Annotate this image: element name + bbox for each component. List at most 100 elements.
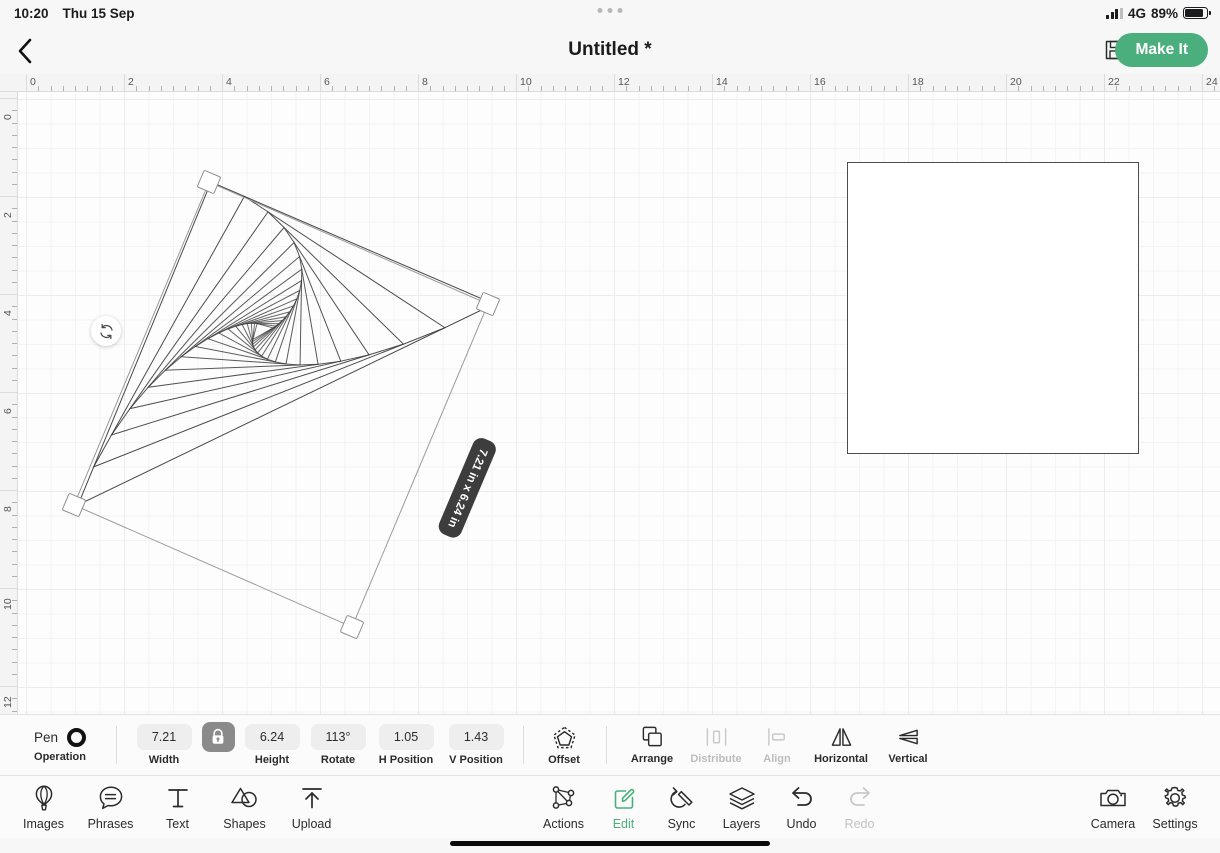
distribute-button[interactable]: Distribute	[683, 725, 749, 765]
ruler-tick	[0, 392, 17, 393]
ruler-minor-tick	[12, 110, 17, 112]
width-value[interactable]: 7.21	[136, 724, 192, 750]
ruler-label: 14	[716, 76, 728, 88]
ruler-label: 20	[1010, 76, 1022, 88]
offset-button[interactable]: Offset	[536, 724, 592, 766]
lock-closed-icon[interactable]	[201, 722, 235, 752]
ruler-minor-tick	[920, 86, 922, 91]
ruler-minor-tick	[12, 710, 17, 712]
design-canvas[interactable]: 0 2 4 6 8 10 12 14 16 18 20 22 24 0 2 4 6 8 10 12 7.21 in …	[0, 74, 1220, 714]
ruler-tick	[0, 294, 17, 295]
ruler-minor-tick	[12, 245, 17, 246]
redo-arrow-icon	[849, 786, 870, 806]
nav-label-text: Text	[166, 816, 189, 831]
edit-pencil-icon	[614, 788, 634, 809]
nav-label-phrases: Phrases	[87, 816, 134, 831]
ruler-label: 0	[2, 114, 14, 120]
ruler-tick	[1006, 74, 1007, 91]
ruler-minor-tick	[12, 367, 17, 369]
layers-stack-icon	[728, 786, 755, 810]
flip-vertical-button[interactable]: Vertical	[877, 725, 939, 765]
canvas-grid[interactable]: 7.21 in x 6.24 in	[18, 92, 1220, 714]
shapes-icon	[230, 787, 257, 807]
pen-color-circle-icon[interactable]	[67, 727, 87, 747]
nav-item-text[interactable]: Text	[150, 784, 205, 831]
resize-handle-icon	[62, 493, 86, 517]
nav-item-undo[interactable]: Undo	[773, 784, 831, 831]
align-icon	[767, 728, 785, 746]
ruler-minor-tick	[528, 86, 530, 91]
h-position-control[interactable]: 1.05 H Position	[371, 724, 441, 766]
ruler-minor-tick	[895, 86, 897, 91]
height-control[interactable]: 6.24 Height	[239, 724, 305, 766]
ruler-minor-tick	[356, 86, 358, 91]
ruler-minor-tick	[969, 86, 971, 91]
nav-item-redo[interactable]: Redo	[831, 784, 889, 831]
hot-air-balloon-icon	[35, 784, 52, 810]
width-label: Width	[148, 754, 180, 766]
status-bar-left: 10:20 Thu 15 Sep	[14, 6, 135, 21]
flip-vertical-label: Vertical	[888, 753, 928, 765]
width-control[interactable]: 7.21 Width	[131, 724, 197, 766]
rotate-handle[interactable]	[91, 316, 121, 346]
nav-item-sync[interactable]: Sync	[653, 784, 711, 831]
flip-vertical-icon	[898, 729, 918, 745]
ruler-minor-tick	[12, 379, 17, 381]
nav-item-settings[interactable]: Settings	[1144, 784, 1206, 831]
nav-item-actions[interactable]: Actions	[533, 784, 595, 831]
ruler-minor-tick	[12, 624, 17, 626]
ruler-label: 12	[618, 76, 630, 88]
ruler-minor-tick	[1067, 86, 1069, 91]
nav-label-upload: Upload	[291, 816, 332, 831]
nav-item-shapes[interactable]: Shapes	[217, 784, 272, 831]
arrange-button[interactable]: Arrange	[621, 725, 683, 765]
actions-nodes-icon	[552, 785, 574, 809]
v-position-label: V Position	[449, 754, 503, 766]
nav-item-edit[interactable]: Edit	[595, 784, 653, 831]
nav-item-images[interactable]: Images	[16, 784, 71, 831]
ruler-tick	[320, 74, 321, 91]
toolbar-divider	[116, 726, 117, 764]
v-position-control[interactable]: 1.43 V Position	[441, 724, 511, 766]
ruler-minor-tick	[540, 86, 542, 91]
ruler-minor-tick	[12, 551, 17, 553]
rotate-control[interactable]: 113° Rotate	[305, 724, 371, 766]
ruler-minor-tick	[148, 86, 150, 91]
nav-item-phrases[interactable]: Phrases	[83, 784, 138, 831]
operation-control[interactable]: Pen Operation	[18, 727, 102, 763]
ruler-minor-tick	[12, 416, 17, 418]
multitasking-dots-icon[interactable]	[597, 8, 623, 13]
align-button[interactable]: Align	[749, 725, 805, 765]
lock-aspect-ratio-button[interactable]: .	[197, 722, 239, 768]
nav-item-camera[interactable]: Camera	[1082, 784, 1144, 831]
ruler-tick	[0, 588, 17, 589]
operation-value: Pen	[33, 729, 59, 745]
v-position-value[interactable]: 1.43	[448, 724, 504, 750]
rotate-value[interactable]: 113°	[310, 724, 366, 750]
nav-item-layers[interactable]: Layers	[711, 784, 773, 831]
ruler-tick	[124, 74, 125, 91]
h-position-value[interactable]: 1.05	[378, 724, 434, 750]
make-it-button[interactable]: Make It	[1115, 33, 1208, 67]
ruler-tick	[418, 74, 419, 91]
ruler-minor-tick	[12, 306, 17, 308]
ruler-minor-tick	[883, 86, 885, 91]
flip-horizontal-button[interactable]: Horizontal	[805, 725, 877, 765]
nav-label-redo: Redo	[844, 816, 875, 831]
offset-pentagon-icon	[552, 726, 576, 749]
ruler-minor-tick	[1055, 86, 1056, 91]
ruler-minor-tick	[173, 86, 174, 91]
ruler-minor-tick	[12, 343, 17, 344]
ruler-minor-tick	[38, 86, 40, 91]
ruler-minor-tick	[258, 86, 260, 91]
spirograph-triangles-design[interactable]	[18, 92, 1220, 714]
status-time: 10:20	[14, 5, 49, 21]
ruler-label: 16	[814, 76, 826, 88]
nav-item-upload[interactable]: Upload	[284, 784, 339, 831]
ruler-minor-tick	[1153, 86, 1154, 91]
text-t-icon	[167, 788, 188, 807]
spirograph-path-group	[77, 181, 496, 507]
height-value[interactable]: 6.24	[244, 724, 300, 750]
ruler-tick	[26, 74, 27, 91]
ruler-minor-tick	[271, 86, 272, 91]
